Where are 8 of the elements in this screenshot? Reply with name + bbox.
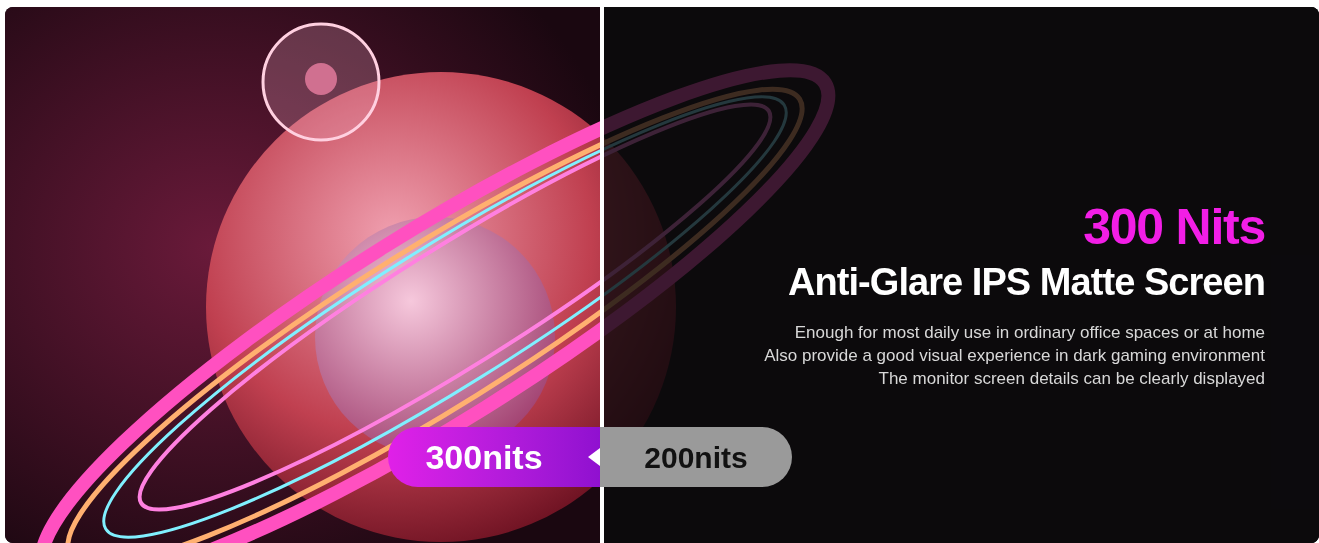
brightness-label: 300nits (388, 427, 600, 487)
brightness-label: 200nits (600, 427, 792, 487)
description-line: The monitor screen details can be clearly displayed (878, 368, 1265, 390)
description-line: Enough for most daily use in ordinary office spaces or at home (794, 322, 1265, 344)
description-line: Also provide a good visual experience in dark gaming environment (764, 345, 1265, 367)
triangle-icon (588, 448, 600, 466)
title: Anti-Glare IPS Matte Screen (788, 260, 1265, 305)
headline: 300 Nits (1083, 198, 1265, 257)
